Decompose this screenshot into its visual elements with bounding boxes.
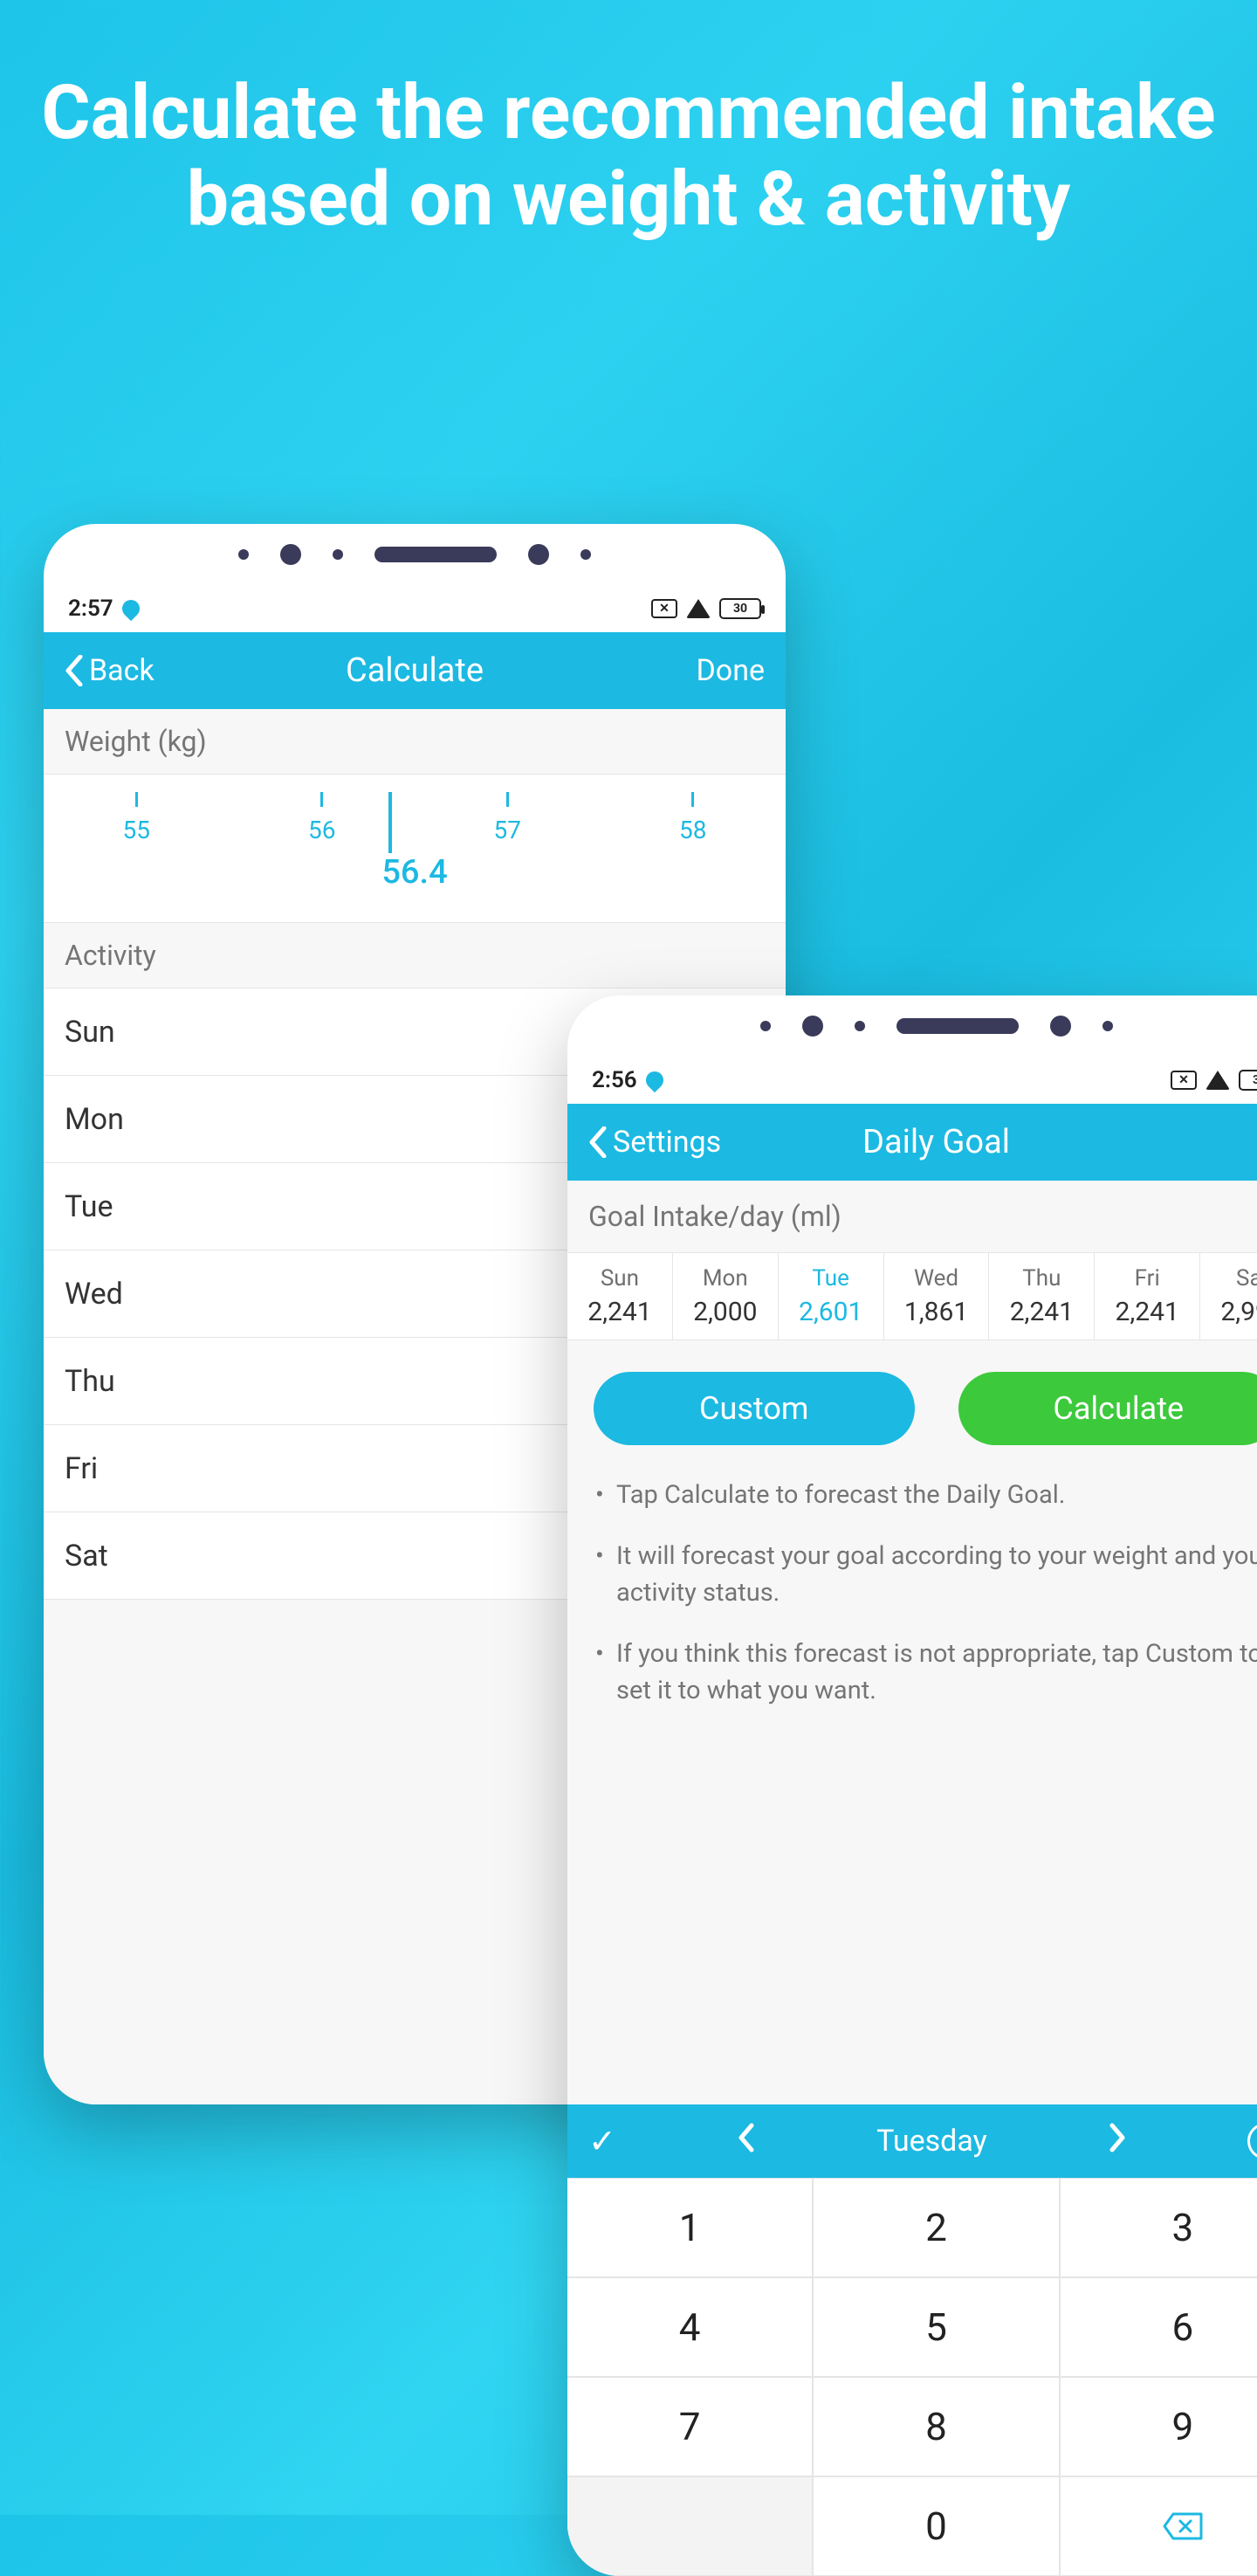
nav-bar: Settings Daily Goal bbox=[567, 1104, 1257, 1181]
no-signal-icon: ✕ bbox=[651, 599, 677, 618]
ruler-label: 58 bbox=[679, 816, 706, 844]
calculate-button[interactable]: Calculate bbox=[958, 1372, 1257, 1445]
phone-daily-goal-screen: 2:56 ✕ 30 Settings Daily Goal Goal Intak… bbox=[567, 995, 1257, 2576]
keypad-key-1[interactable]: 1 bbox=[567, 2178, 813, 2277]
wifi-icon bbox=[686, 599, 711, 618]
day-selector-bar: ✓ Tuesday ✓ bbox=[567, 2104, 1257, 2178]
phone-notch bbox=[44, 524, 786, 585]
keypad-key-2[interactable]: 2 bbox=[813, 2178, 1059, 2277]
keypad-key-7[interactable]: 7 bbox=[567, 2377, 813, 2476]
keypad-key-4[interactable]: 4 bbox=[567, 2277, 813, 2377]
goal-day-label: Wed bbox=[884, 1265, 989, 1291]
activity-section-header: Activity bbox=[44, 923, 786, 988]
confirm-icon[interactable]: ✓ bbox=[588, 2122, 616, 2161]
goal-col-sat[interactable]: Sat 2,991 bbox=[1200, 1253, 1257, 1340]
goal-day-label: Mon bbox=[673, 1265, 778, 1291]
circle-check-icon[interactable]: ✓ bbox=[1247, 2123, 1257, 2159]
status-time: 2:57 bbox=[68, 596, 113, 622]
activity-day-label: Thu bbox=[65, 1364, 115, 1399]
backspace-icon bbox=[1163, 2512, 1203, 2540]
ruler-label: 57 bbox=[494, 816, 521, 844]
goal-value: 2,991 bbox=[1200, 1297, 1257, 1327]
back-button[interactable]: Settings bbox=[588, 1125, 721, 1160]
next-day-button[interactable] bbox=[1107, 2121, 1128, 2162]
status-bar: 2:57 ✕ 30 bbox=[44, 585, 786, 632]
goal-col-sun[interactable]: Sun 2,241 bbox=[567, 1253, 673, 1340]
tips-list: Tap Calculate to forecast the Daily Goal… bbox=[567, 1477, 1257, 1733]
keypad-key-3[interactable]: 3 bbox=[1060, 2178, 1257, 2277]
goal-value: 2,000 bbox=[673, 1297, 778, 1327]
goal-value: 2,241 bbox=[989, 1297, 1094, 1327]
activity-day-label: Tue bbox=[65, 1189, 113, 1224]
chevron-left-icon bbox=[588, 1126, 609, 1158]
keypad-key-5[interactable]: 5 bbox=[813, 2277, 1059, 2377]
weight-ruler[interactable]: 55 56 57 58 56.4 bbox=[44, 775, 786, 923]
goal-day-label: Tue bbox=[779, 1265, 883, 1291]
goal-day-label: Thu bbox=[989, 1265, 1094, 1291]
weight-value: 56.4 bbox=[44, 853, 786, 892]
activity-day-label: Mon bbox=[65, 1102, 124, 1137]
goal-col-wed[interactable]: Wed 1,861 bbox=[884, 1253, 990, 1340]
ruler-label: 55 bbox=[123, 816, 150, 844]
goal-table: Sun2,241Mon2,000Tue2,601Wed1,861Thu2,241… bbox=[567, 1252, 1257, 1340]
keypad-key-6[interactable]: 6 bbox=[1060, 2277, 1257, 2377]
nav-bar: Back Calculate Done bbox=[44, 632, 786, 709]
battery-icon: 30 bbox=[1239, 1070, 1257, 1091]
status-time: 2:56 bbox=[592, 1067, 637, 1093]
chevron-left-icon bbox=[65, 655, 86, 686]
goal-value: 1,861 bbox=[884, 1297, 989, 1327]
goal-value: 2,241 bbox=[567, 1297, 672, 1327]
tip-item: If you think this forecast is not approp… bbox=[616, 1636, 1257, 1709]
goal-col-tue[interactable]: Tue 2,601 bbox=[779, 1253, 884, 1340]
keypad-backspace[interactable] bbox=[1060, 2476, 1257, 2576]
goal-value: 2,241 bbox=[1095, 1297, 1199, 1327]
done-button[interactable]: Done bbox=[696, 653, 765, 688]
keypad-key-9[interactable]: 9 bbox=[1060, 2377, 1257, 2476]
custom-button[interactable]: Custom bbox=[594, 1372, 915, 1445]
back-button[interactable]: Back bbox=[65, 653, 155, 688]
battery-icon: 30 bbox=[719, 598, 761, 619]
keypad-empty bbox=[567, 2476, 813, 2576]
keypad-key-8[interactable]: 8 bbox=[813, 2377, 1059, 2476]
goal-col-fri[interactable]: Fri 2,241 bbox=[1095, 1253, 1200, 1340]
marketing-title: Calculate the recommended intake based o… bbox=[0, 70, 1257, 243]
phone-notch bbox=[567, 995, 1257, 1057]
goal-section-header: Goal Intake/day (ml) bbox=[567, 1181, 1257, 1252]
selected-day-label: Tuesday bbox=[876, 2124, 987, 2159]
goal-value: 2,601 bbox=[779, 1297, 883, 1327]
activity-day-label: Sun bbox=[65, 1015, 115, 1050]
numeric-keypad: 123 456 7890 bbox=[567, 2178, 1257, 2576]
goal-day-label: Sat bbox=[1200, 1265, 1257, 1291]
droplet-icon bbox=[119, 596, 143, 621]
no-signal-icon: ✕ bbox=[1171, 1071, 1197, 1090]
wifi-icon bbox=[1205, 1071, 1230, 1090]
weight-section-header: Weight (kg) bbox=[44, 709, 786, 775]
status-bar: 2:56 ✕ 30 bbox=[567, 1057, 1257, 1104]
tip-item: Tap Calculate to forecast the Daily Goal… bbox=[616, 1477, 1257, 1513]
goal-col-thu[interactable]: Thu 2,241 bbox=[989, 1253, 1095, 1340]
keypad-key-0[interactable]: 0 bbox=[813, 2476, 1059, 2576]
activity-day-label: Wed bbox=[65, 1277, 123, 1312]
droplet-icon bbox=[642, 1068, 667, 1092]
ruler-label: 56 bbox=[308, 816, 335, 844]
activity-day-label: Sat bbox=[65, 1539, 108, 1574]
prev-day-button[interactable] bbox=[736, 2121, 757, 2162]
tip-item: It will forecast your goal according to … bbox=[616, 1538, 1257, 1611]
goal-day-label: Sun bbox=[567, 1265, 672, 1291]
goal-day-label: Fri bbox=[1095, 1265, 1199, 1291]
ruler-indicator bbox=[388, 792, 392, 853]
activity-day-label: Fri bbox=[65, 1451, 98, 1486]
nav-title: Calculate bbox=[44, 651, 786, 690]
goal-col-mon[interactable]: Mon 2,000 bbox=[673, 1253, 779, 1340]
